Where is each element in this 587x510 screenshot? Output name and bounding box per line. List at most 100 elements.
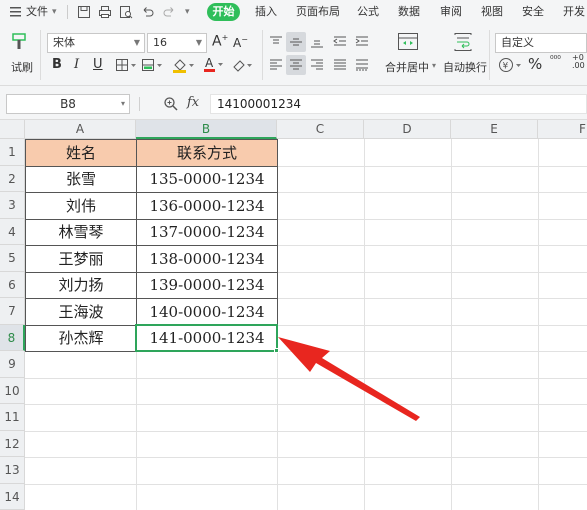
save-icon[interactable] [76,4,92,20]
table-inner-border [25,219,277,220]
tab-view[interactable]: 视图 [481,0,503,24]
number-format-value: 自定义 [501,36,534,49]
row-header-13[interactable]: 13 [0,457,25,484]
font-size-chevron-icon: ▼ [195,38,202,47]
tab-developer[interactable]: 开发 [563,0,585,24]
formula-bar-separator [139,97,140,111]
zoom-search-icon[interactable] [163,96,179,115]
increase-decimal-icon[interactable]: +0.00 [572,54,585,70]
row-header-1[interactable]: 1 [0,139,25,166]
column-header-f[interactable]: F [538,120,587,139]
table-inner-border [25,166,277,167]
borders-icon[interactable] [115,58,137,75]
table-inner-border [25,192,277,193]
tab-data[interactable]: 数据 [398,0,420,24]
column-header-b[interactable]: B [136,120,277,139]
merge-center-label[interactable]: 合并居中 [385,59,429,75]
percent-style-icon[interactable]: % [528,55,542,73]
merge-center-chevron-icon[interactable]: ▾ [432,61,436,70]
bold-icon[interactable]: B [52,57,62,72]
undo-icon[interactable] [140,4,156,20]
menu-separator [67,5,68,19]
name-box[interactable]: B8 ▾ [6,94,130,114]
row-header-5[interactable]: 5 [0,245,25,272]
row-header-8[interactable]: 8 [0,325,25,351]
increase-indent-icon[interactable] [354,34,370,53]
format-painter-label[interactable]: 试刷 [11,59,33,75]
row-header-9[interactable]: 9 [0,351,25,378]
merge-center-icon[interactable] [397,32,419,55]
table-inner-border [25,245,277,246]
file-menu[interactable]: 文件 [26,0,48,24]
toolbar-separator [40,30,41,80]
tab-home[interactable]: 开始 [207,3,240,21]
increase-font-size-icon[interactable]: A+ [212,33,228,50]
table-inner-border [25,272,277,273]
insert-function-icon[interactable]: fx [187,95,199,110]
row-header-14[interactable]: 14 [0,484,25,510]
underline-icon[interactable]: U [93,57,103,72]
hamburger-menu-icon[interactable] [8,4,24,20]
italic-icon[interactable]: I [74,57,79,72]
font-color-icon[interactable]: A [202,56,226,75]
row-header-3[interactable]: 3 [0,192,25,219]
column-header-e[interactable]: E [451,120,538,139]
row-header-12[interactable]: 12 [0,431,25,457]
print-preview-icon[interactable] [118,4,134,20]
file-menu-chevron-icon[interactable]: ▾ [52,0,57,24]
svg-text:¥: ¥ [503,62,509,72]
decrease-indent-icon[interactable] [332,34,348,53]
font-name-value: 宋体 [53,36,75,49]
wrap-text-label[interactable]: 自动换行 [443,59,487,75]
tab-formulas[interactable]: 公式 [357,0,379,24]
format-painter-icon[interactable] [10,32,28,55]
toolbar-separator [262,30,263,80]
align-top-icon[interactable] [268,34,284,53]
gridline [25,484,587,485]
align-center-icon[interactable] [288,57,304,76]
row-header-10[interactable]: 10 [0,378,25,404]
accounting-format-icon[interactable]: ¥ [498,57,524,76]
clear-format-icon[interactable] [231,57,255,76]
column-header-a[interactable]: A [25,120,136,139]
tab-page-layout[interactable]: 页面布局 [296,0,340,24]
row-header-2[interactable]: 2 [0,166,25,192]
redo-icon[interactable] [161,4,177,20]
quick-access-dropdown-icon[interactable]: ▾ [185,0,190,24]
align-middle-icon[interactable] [288,34,304,53]
comma-style-icon[interactable]: ⁰⁰⁰ [550,56,561,65]
column-header-d[interactable]: D [364,120,451,139]
justify-icon[interactable] [332,57,348,76]
tab-security[interactable]: 安全 [522,0,544,24]
select-all-corner[interactable] [0,120,25,139]
menu-bar: 文件 ▾ ▾ 开始 插入 页面布局 公式 数据 审阅 视图 安全 开发 [0,0,587,24]
spreadsheet-grid: A B C D E F 1 2 3 4 5 6 7 8 9 10 11 12 1… [0,120,587,510]
row-header-4[interactable]: 4 [0,219,25,245]
formula-input[interactable]: 14100001234 [210,94,587,114]
font-size-value: 16 [153,36,167,49]
align-left-icon[interactable] [268,57,284,76]
fill-color-icon[interactable] [171,57,195,76]
font-name-select[interactable]: 宋体 ▼ [47,33,145,53]
tab-insert[interactable]: 插入 [255,0,277,24]
fill-pattern-icon[interactable] [141,58,163,75]
print-icon[interactable] [97,4,113,20]
font-size-select[interactable]: 16 ▼ [147,33,207,53]
ribbon-toolbar: 试刷 宋体 ▼ 16 ▼ A+ A− B I U A 合并居中 ▾ 自动换行 自… [0,24,587,86]
toolbar-separator [489,30,490,80]
number-format-select[interactable]: 自定义 [495,33,587,53]
row-header-6[interactable]: 6 [0,272,25,298]
row-header-7[interactable]: 7 [0,298,25,325]
align-bottom-icon[interactable] [309,34,325,53]
red-arrow-annotation [278,337,420,421]
decrease-font-size-icon[interactable]: A− [233,35,248,50]
active-cell-selection[interactable] [135,324,278,352]
align-right-icon[interactable] [309,57,325,76]
row-header-11[interactable]: 11 [0,404,25,431]
tab-review[interactable]: 审阅 [440,0,462,24]
column-header-c[interactable]: C [277,120,364,139]
wrap-text-icon[interactable] [452,32,474,55]
distributed-align-icon[interactable] [354,57,370,76]
gridline [25,457,587,458]
name-box-value: B8 [60,97,76,111]
